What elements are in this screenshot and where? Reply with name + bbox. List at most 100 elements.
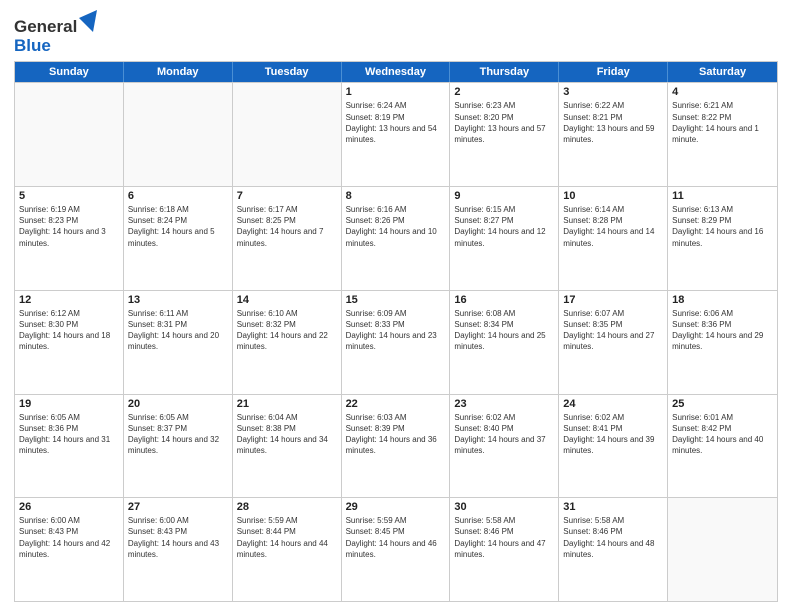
day-number-23: 23 — [454, 398, 554, 410]
day-info-25: Sunrise: 6:01 AMSunset: 8:42 PMDaylight:… — [672, 412, 773, 457]
day-cell-9: 9 Sunrise: 6:15 AMSunset: 8:27 PMDaylight… — [450, 187, 559, 290]
day-info-3: Sunrise: 6:22 AMSunset: 8:21 PMDaylight:… — [563, 100, 663, 145]
day-number-25: 25 — [672, 398, 773, 410]
day-cell-13: 13 Sunrise: 6:11 AMSunset: 8:31 PMDayligh… — [124, 291, 233, 394]
day-cell-5: 5 Sunrise: 6:19 AMSunset: 8:23 PMDaylight… — [15, 187, 124, 290]
day-cell-22: 22 Sunrise: 6:03 AMSunset: 8:39 PMDayligh… — [342, 395, 451, 498]
day-cell-25: 25 Sunrise: 6:01 AMSunset: 8:42 PMDayligh… — [668, 395, 777, 498]
day-cell-27: 27Sunrise: 6:00 AMSunset: 8:43 PMDayligh… — [124, 498, 233, 601]
day-number-12: 12 — [19, 294, 119, 306]
header-saturday: Saturday — [668, 62, 777, 82]
week-row-3: 12 Sunrise: 6:12 AMSunset: 8:30 PMDayligh… — [15, 290, 777, 394]
day-cell-18: 18 Sunrise: 6:06 AMSunset: 8:36 PMDayligh… — [668, 291, 777, 394]
day-cell-31: 31 Sunrise: 5:58 AMSunset: 8:46 PMDayligh… — [559, 498, 668, 601]
logo-general: General — [14, 17, 77, 36]
day-number-17: 17 — [563, 294, 663, 306]
day-info-7: Sunrise: 6:17 AMSunset: 8:25 PMDaylight:… — [237, 204, 337, 249]
day-info-6: Sunrise: 6:18 AMSunset: 8:24 PMDaylight:… — [128, 204, 228, 249]
day-number-31: 31 — [563, 501, 663, 513]
day-cell-7: 7 Sunrise: 6:17 AMSunset: 8:25 PMDaylight… — [233, 187, 342, 290]
day-info-30: Sunrise: 5:58 AMSunset: 8:46 PMDaylight:… — [454, 515, 554, 560]
day-info-29: Sunrise: 5:59 AMSunset: 8:45 PMDaylight:… — [346, 515, 446, 560]
day-number-28: 28 — [237, 501, 337, 513]
logo-bird-icon — [79, 10, 97, 32]
day-info-22: Sunrise: 6:03 AMSunset: 8:39 PMDaylight:… — [346, 412, 446, 457]
day-cell-6: 6 Sunrise: 6:18 AMSunset: 8:24 PMDaylight… — [124, 187, 233, 290]
logo-blue-text: Blue — [14, 37, 97, 56]
day-info-14: Sunrise: 6:10 AMSunset: 8:32 PMDaylight:… — [237, 308, 337, 353]
day-number-19: 19 — [19, 398, 119, 410]
week-row-5: 26Sunrise: 6:00 AMSunset: 8:43 PMDayligh… — [15, 497, 777, 601]
day-cell-23: 23 Sunrise: 6:02 AMSunset: 8:40 PMDayligh… — [450, 395, 559, 498]
day-cell-12: 12 Sunrise: 6:12 AMSunset: 8:30 PMDayligh… — [15, 291, 124, 394]
day-cell-19: 19Sunrise: 6:05 AMSunset: 8:36 PMDayligh… — [15, 395, 124, 498]
day-info-12: Sunrise: 6:12 AMSunset: 8:30 PMDaylight:… — [19, 308, 119, 353]
day-info-16: Sunrise: 6:08 AMSunset: 8:34 PMDaylight:… — [454, 308, 554, 353]
day-number-21: 21 — [237, 398, 337, 410]
logo-text: General — [14, 10, 97, 37]
day-cell-empty — [15, 83, 124, 186]
day-cell-4: 4 Sunrise: 6:21 AMSunset: 8:22 PMDaylight… — [668, 83, 777, 186]
day-number-6: 6 — [128, 190, 228, 202]
day-info-27: Sunrise: 6:00 AMSunset: 8:43 PMDaylight:… — [128, 515, 228, 560]
day-number-1: 1 — [346, 86, 446, 98]
day-cell-16: 16Sunrise: 6:08 AMSunset: 8:34 PMDayligh… — [450, 291, 559, 394]
day-number-11: 11 — [672, 190, 773, 202]
day-number-9: 9 — [454, 190, 554, 202]
day-number-29: 29 — [346, 501, 446, 513]
day-info-13: Sunrise: 6:11 AMSunset: 8:31 PMDaylight:… — [128, 308, 228, 353]
day-info-10: Sunrise: 6:14 AMSunset: 8:28 PMDaylight:… — [563, 204, 663, 249]
day-info-17: Sunrise: 6:07 AMSunset: 8:35 PMDaylight:… — [563, 308, 663, 353]
header-sunday: Sunday — [15, 62, 124, 82]
day-cell-30: 30 Sunrise: 5:58 AMSunset: 8:46 PMDayligh… — [450, 498, 559, 601]
day-number-22: 22 — [346, 398, 446, 410]
day-cell-3: 3 Sunrise: 6:22 AMSunset: 8:21 PMDaylight… — [559, 83, 668, 186]
day-cell-empty — [233, 83, 342, 186]
day-cell-11: 11 Sunrise: 6:13 AMSunset: 8:29 PMDayligh… — [668, 187, 777, 290]
calendar: Sunday Monday Tuesday Wednesday Thursday… — [14, 61, 778, 602]
day-number-7: 7 — [237, 190, 337, 202]
day-info-8: Sunrise: 6:16 AMSunset: 8:26 PMDaylight:… — [346, 204, 446, 249]
day-info-26: Sunrise: 6:00 AMSunset: 8:43 PMDaylight:… — [19, 515, 119, 560]
day-info-23: Sunrise: 6:02 AMSunset: 8:40 PMDaylight:… — [454, 412, 554, 457]
header-monday: Monday — [124, 62, 233, 82]
day-info-9: Sunrise: 6:15 AMSunset: 8:27 PMDaylight:… — [454, 204, 554, 249]
day-number-20: 20 — [128, 398, 228, 410]
day-cell-29: 29 Sunrise: 5:59 AMSunset: 8:45 PMDayligh… — [342, 498, 451, 601]
day-info-21: Sunrise: 6:04 AMSunset: 8:38 PMDaylight:… — [237, 412, 337, 457]
week-row-1: 1Sunrise: 6:24 AMSunset: 8:19 PMDaylight… — [15, 82, 777, 186]
day-info-28: Sunrise: 5:59 AMSunset: 8:44 PMDaylight:… — [237, 515, 337, 560]
day-number-3: 3 — [563, 86, 663, 98]
day-info-31: Sunrise: 5:58 AMSunset: 8:46 PMDaylight:… — [563, 515, 663, 560]
day-info-5: Sunrise: 6:19 AMSunset: 8:23 PMDaylight:… — [19, 204, 119, 249]
day-cell-15: 15Sunrise: 6:09 AMSunset: 8:33 PMDayligh… — [342, 291, 451, 394]
day-info-4: Sunrise: 6:21 AMSunset: 8:22 PMDaylight:… — [672, 100, 773, 145]
day-number-4: 4 — [672, 86, 773, 98]
day-number-15: 15 — [346, 294, 446, 306]
calendar-header-row: Sunday Monday Tuesday Wednesday Thursday… — [15, 62, 777, 82]
day-cell-20: 20 Sunrise: 6:05 AMSunset: 8:37 PMDayligh… — [124, 395, 233, 498]
day-cell-26: 26Sunrise: 6:00 AMSunset: 8:43 PMDayligh… — [15, 498, 124, 601]
day-cell-24: 24Sunrise: 6:02 AMSunset: 8:41 PMDayligh… — [559, 395, 668, 498]
day-info-18: Sunrise: 6:06 AMSunset: 8:36 PMDaylight:… — [672, 308, 773, 353]
day-cell-8: 8Sunrise: 6:16 AMSunset: 8:26 PMDaylight… — [342, 187, 451, 290]
day-cell-28: 28 Sunrise: 5:59 AMSunset: 8:44 PMDayligh… — [233, 498, 342, 601]
header-tuesday: Tuesday — [233, 62, 342, 82]
day-cell-17: 17 Sunrise: 6:07 AMSunset: 8:35 PMDayligh… — [559, 291, 668, 394]
week-row-4: 19Sunrise: 6:05 AMSunset: 8:36 PMDayligh… — [15, 394, 777, 498]
day-number-30: 30 — [454, 501, 554, 513]
header-wednesday: Wednesday — [342, 62, 451, 82]
day-cell-1: 1Sunrise: 6:24 AMSunset: 8:19 PMDaylight… — [342, 83, 451, 186]
day-number-5: 5 — [19, 190, 119, 202]
week-row-2: 5 Sunrise: 6:19 AMSunset: 8:23 PMDaylight… — [15, 186, 777, 290]
day-number-14: 14 — [237, 294, 337, 306]
header-friday: Friday — [559, 62, 668, 82]
day-info-11: Sunrise: 6:13 AMSunset: 8:29 PMDaylight:… — [672, 204, 773, 249]
day-info-20: Sunrise: 6:05 AMSunset: 8:37 PMDaylight:… — [128, 412, 228, 457]
day-number-18: 18 — [672, 294, 773, 306]
day-info-24: Sunrise: 6:02 AMSunset: 8:41 PMDaylight:… — [563, 412, 663, 457]
day-cell-21: 21 Sunrise: 6:04 AMSunset: 8:38 PMDayligh… — [233, 395, 342, 498]
logo: General Blue — [14, 10, 97, 55]
day-number-13: 13 — [128, 294, 228, 306]
calendar-body: 1Sunrise: 6:24 AMSunset: 8:19 PMDaylight… — [15, 82, 777, 601]
